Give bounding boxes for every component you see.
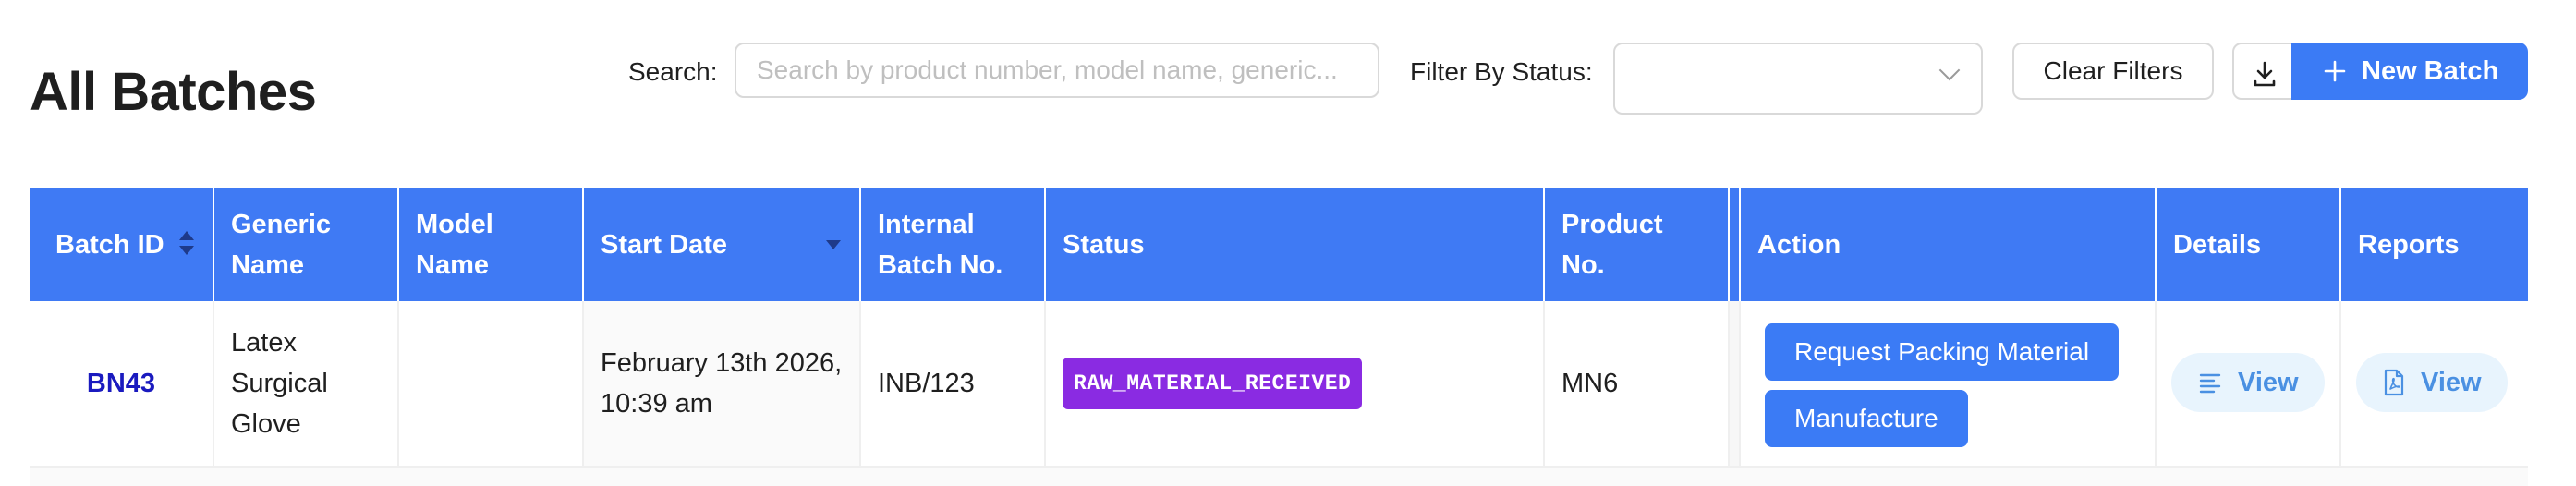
search-input[interactable] [735, 43, 1379, 98]
download-icon [2254, 61, 2276, 87]
download-button[interactable] [2232, 43, 2293, 100]
cell-action: Request Packing Material Manufacture [1741, 301, 2157, 466]
cell-product-no: MN6 [1545, 301, 1730, 466]
column-label: Status [1063, 230, 1145, 260]
column-header-action: Action [1741, 188, 2157, 301]
column-label: Internal Batch No. [878, 210, 1003, 280]
page-title: All Batches [30, 62, 317, 122]
internal-batch-no: INB/123 [878, 369, 975, 398]
column-header-model-name[interactable]: Model Name [399, 188, 584, 301]
cell-internal-batch-no: INB/123 [861, 301, 1046, 466]
batch-id-link[interactable]: BN43 [87, 363, 155, 404]
details-view-button[interactable]: View [2171, 353, 2325, 412]
status-badge: RAW_MATERIAL_RECEIVED [1063, 358, 1363, 409]
plus-icon [2324, 60, 2346, 82]
start-date: February 13th 2026, 10:39 am [601, 348, 843, 419]
filter-status-label: Filter By Status: [1410, 57, 1593, 86]
cell-start-date: February 13th 2026, 10:39 am [584, 301, 861, 466]
column-label: Generic Name [231, 210, 331, 280]
request-packing-material-button[interactable]: Request Packing Material [1765, 323, 2120, 381]
new-batch-button[interactable]: New Batch [2291, 43, 2528, 100]
column-label: Reports [2358, 230, 2460, 260]
sort-icon[interactable] [179, 229, 194, 261]
column-header-details: Details [2157, 188, 2341, 301]
column-divider [1730, 301, 1741, 466]
cell-reports: View [2341, 301, 2528, 466]
column-header-generic-name[interactable]: Generic Name [214, 188, 399, 301]
column-label: Batch ID [55, 230, 164, 260]
column-header-batch-id[interactable]: Batch ID [30, 188, 214, 301]
column-label: Details [2173, 230, 2262, 260]
clear-filters-button[interactable]: Clear Filters [2012, 43, 2214, 100]
table-row [30, 468, 2528, 486]
column-header-product-no[interactable]: Product No. [1545, 188, 1730, 301]
table-header: Batch ID Generic Name Model Name Start D… [30, 188, 2528, 301]
column-label: Start Date [601, 230, 727, 260]
status-filter-select[interactable] [1613, 43, 1983, 115]
column-header-internal-batch-no[interactable]: Internal Batch No. [861, 188, 1046, 301]
product-no: MN6 [1561, 369, 1619, 398]
file-pdf-icon [2384, 369, 2404, 396]
column-header-start-date[interactable]: Start Date [584, 188, 861, 301]
new-batch-label: New Batch [2362, 55, 2499, 86]
manufacture-button[interactable]: Manufacture [1765, 390, 1968, 447]
cell-generic-name: Latex Surgical Glove [214, 301, 399, 466]
details-view-label: View [2238, 368, 2299, 397]
column-label: Model Name [416, 210, 493, 280]
table-row: BN43 Latex Surgical Glove February 13th … [30, 301, 2528, 468]
batches-table: Batch ID Generic Name Model Name Start D… [30, 188, 2528, 486]
column-label: Action [1757, 230, 1841, 260]
generic-name: Latex Surgical Glove [231, 328, 328, 439]
chevron-down-icon [1938, 59, 1961, 81]
reports-view-button[interactable]: View [2356, 353, 2508, 412]
cell-model-name [399, 301, 584, 466]
cell-batch-id: BN43 [30, 301, 214, 466]
search-label: Search: [628, 57, 718, 86]
reports-view-label: View [2421, 368, 2482, 397]
column-label: Product No. [1561, 210, 1663, 280]
sort-descending-icon[interactable] [826, 231, 841, 262]
column-divider [1730, 188, 1741, 301]
cell-status: RAW_MATERIAL_RECEIVED [1046, 301, 1545, 466]
lines-icon [2199, 373, 2221, 394]
cell-details: View [2157, 301, 2341, 466]
column-header-reports: Reports [2341, 188, 2528, 301]
column-header-status[interactable]: Status [1046, 188, 1545, 301]
